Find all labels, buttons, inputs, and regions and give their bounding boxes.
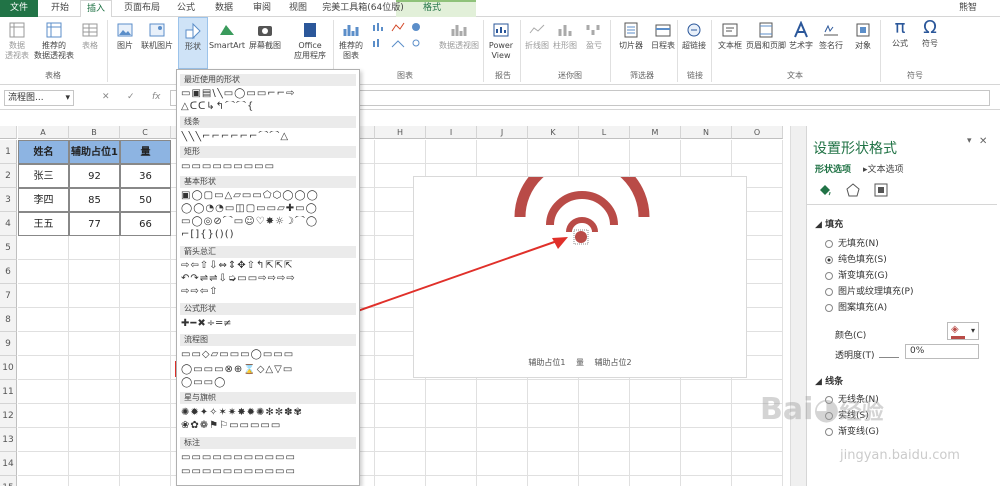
- color-picker-button[interactable]: ◈ ▾: [947, 322, 979, 340]
- tab-text-options-label: 文本选项: [867, 165, 904, 175]
- section-stars-banners: 星与旗帜: [180, 392, 356, 404]
- shape-row[interactable]: ❀✿❁⚑⚐▭▭▭▭▭: [181, 420, 357, 432]
- line-section-label: 线条: [825, 377, 844, 387]
- solid-fill-label: 纯色填充(S): [838, 255, 887, 265]
- watermark-brand: Bai: [760, 392, 814, 427]
- effects-icon[interactable]: [845, 182, 861, 198]
- gradient-fill-option[interactable]: 渐变填充(G): [825, 268, 888, 281]
- gradient-line-label: 渐变线(G): [838, 427, 879, 437]
- format-shape-pane: 设置形状格式 ✕ ▾ 形状选项 ▸文本选项 ◢ 填充 无填充(N) 纯色填充(S…: [806, 126, 1000, 486]
- shape-row[interactable]: ▭▭▭▭▭▭▭▭▭▭▭: [181, 466, 357, 478]
- section-flowchart: 流程图: [180, 334, 356, 346]
- shape-row[interactable]: ✺✹✦✧✶✷✸✹✺✻✼✽✾: [181, 407, 357, 419]
- fill-section-header[interactable]: ◢ 填充: [815, 217, 843, 230]
- section-block-arrows: 箭头总汇: [180, 246, 356, 258]
- pane-title: 设置形状格式: [813, 141, 897, 157]
- close-icon[interactable]: ✕: [979, 136, 987, 147]
- tab-shape-options[interactable]: 形状选项: [815, 162, 851, 175]
- shape-row[interactable]: ✚━✖÷═≠: [181, 318, 357, 330]
- fill-line-icon[interactable]: [817, 182, 833, 198]
- shape-row[interactable]: ◯▭▭◯: [181, 377, 357, 389]
- paint-bucket-icon: ◈: [951, 324, 959, 335]
- watermark-brand2: 经验: [839, 400, 884, 425]
- divider: [807, 204, 997, 205]
- shape-row[interactable]: ╲╲╲⌐⌐⌐⌐⌐⌐⌒⌒△: [181, 131, 357, 143]
- transparency-input[interactable]: 0%: [905, 344, 979, 359]
- picture-fill-option[interactable]: 图片或纹理填充(P): [825, 284, 913, 297]
- tab-text-options[interactable]: ▸文本选项: [863, 162, 904, 175]
- shape-row[interactable]: ▭▭◇▱▭▭▭◯▭▭▭: [181, 349, 357, 361]
- radio-button[interactable]: [825, 303, 833, 312]
- shape-row[interactable]: ▣◯▢▭△▱▭▭⬠⬡◯◯◯: [181, 190, 357, 202]
- section-recent-shapes: 最近使用的形状: [180, 74, 356, 86]
- shape-row[interactable]: ◯▭▭▭⊗⊕⌛◇△▽▭: [181, 364, 357, 376]
- section-basic-shapes: 基本形状: [180, 176, 356, 188]
- chevron-down-icon[interactable]: ▾: [967, 136, 972, 146]
- no-fill-option[interactable]: 无填充(N): [825, 236, 879, 249]
- shape-row[interactable]: △ᑕᑕ↳↰⌒⌒{: [181, 101, 357, 113]
- line-section-header[interactable]: ◢ 线条: [815, 374, 843, 387]
- chevron-down-icon: ▾: [970, 326, 975, 335]
- shape-row[interactable]: ▭▣▤\╲▭◯▭▭⌐⌐⇨: [181, 88, 357, 100]
- section-equation-shapes: 公式形状: [180, 303, 356, 315]
- transparency-value: 0%: [910, 346, 925, 356]
- solid-fill-option[interactable]: 纯色填充(S): [825, 252, 887, 265]
- radio-button[interactable]: [825, 239, 833, 248]
- shapes-gallery-dropdown[interactable]: 最近使用的形状 ▭▣▤\╲▭◯▭▭⌐⌐⇨ △ᑕᑕ↳↰⌒⌒{ 线条 ╲╲╲⌐⌐⌐⌐…: [176, 69, 360, 486]
- gradient-fill-label: 渐变填充(G): [838, 271, 888, 281]
- radio-button-selected[interactable]: [825, 255, 833, 264]
- section-lines: 线条: [180, 116, 356, 128]
- shape-row[interactable]: ⌐[]{}()(): [181, 229, 357, 241]
- shape-row[interactable]: ▭▭▭▭▭▭▭▭▭▭▭: [181, 452, 357, 464]
- size-properties-icon[interactable]: [873, 182, 889, 198]
- shape-row[interactable]: ▭▭▭▭▭▭▭▭▭: [181, 161, 357, 173]
- section-callouts: 标注: [180, 437, 356, 449]
- shape-row[interactable]: ↶↷⇌⇌⇩➭▭▭⇨⇨⇨⇨: [181, 273, 357, 285]
- pattern-fill-label: 图案填充(A): [838, 303, 888, 313]
- section-rectangles: 矩形: [180, 146, 356, 158]
- vertical-scrollbar[interactable]: [790, 126, 806, 486]
- radio-button[interactable]: [825, 271, 833, 280]
- collapse-triangle-icon: ◢: [815, 377, 826, 387]
- transparency-slider[interactable]: [879, 348, 899, 358]
- radio-button[interactable]: [825, 427, 833, 436]
- transparency-label: 透明度(T): [835, 351, 875, 361]
- no-fill-label: 无填充(N): [838, 239, 879, 249]
- fill-section-label: 填充: [825, 220, 844, 230]
- watermark-logo: Bai◕经验: [760, 392, 884, 427]
- shape-row[interactable]: ⇨⇨⇦⇧: [181, 286, 357, 298]
- watermark-url: jingyan.baidu.com: [840, 448, 960, 463]
- collapse-triangle-icon: ◢: [815, 220, 826, 230]
- current-color-swatch: [951, 336, 965, 339]
- shape-row[interactable]: ⇨⇦⇧⇩⇔⇕✥⇧↰⇱⇱⇱: [181, 260, 357, 272]
- radio-button[interactable]: [825, 287, 833, 296]
- pattern-fill-option[interactable]: 图案填充(A): [825, 300, 887, 313]
- paw-icon: ◕: [813, 392, 840, 427]
- picture-fill-label: 图片或纹理填充(P): [838, 287, 914, 297]
- color-label: 颜色(C): [835, 331, 867, 341]
- shape-row[interactable]: ◯◯◔◔▭◫▢▭▭▱✚▭◯: [181, 203, 357, 215]
- shape-row[interactable]: ▭◯◎⊘⌒▭☺♡✸☼☽⌒◯: [181, 216, 357, 228]
